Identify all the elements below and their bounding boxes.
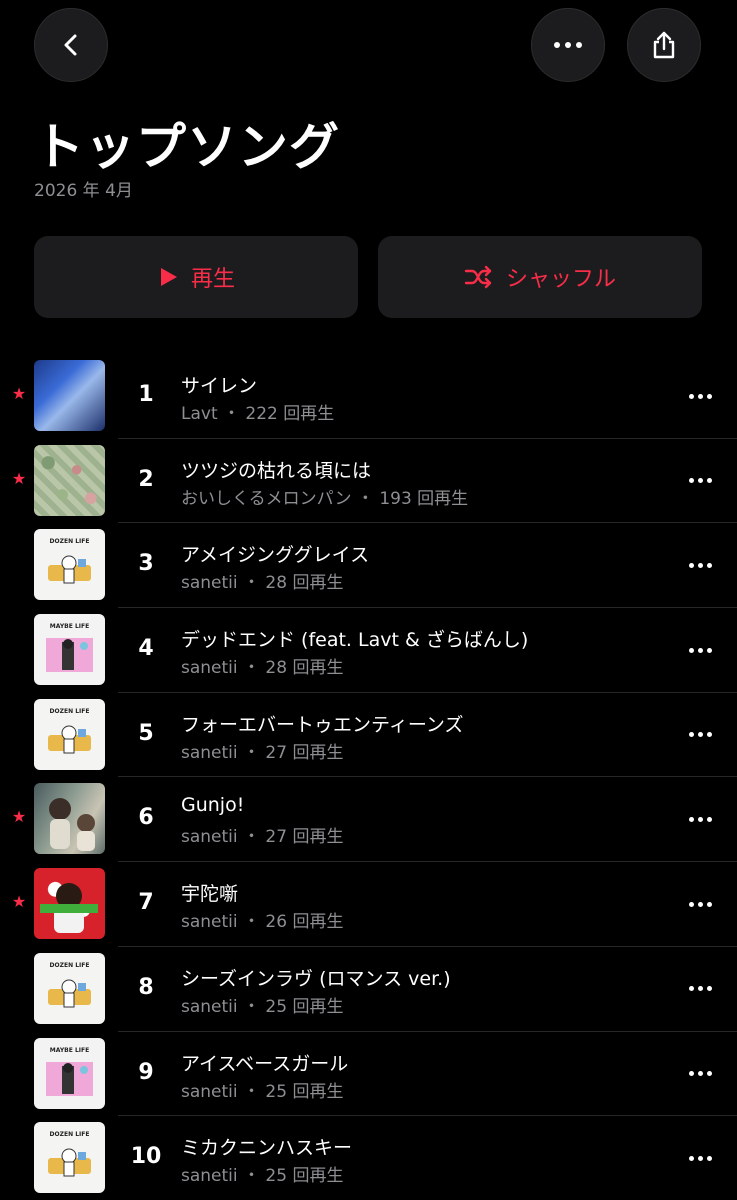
song-title: シーズインラヴ (ロマンス ver.) — [181, 967, 451, 990]
song-rank: 8 — [138, 974, 154, 1000]
song-rank: 10 — [130, 1144, 162, 1170]
song-rank: 9 — [138, 1059, 154, 1085]
song-more-button[interactable] — [680, 1062, 720, 1086]
song-meta: sanetii ・ 28 回再生 — [181, 573, 344, 594]
song-title: デッドエンド (feat. Lavt & ざらばんし) — [181, 629, 529, 652]
song-row[interactable]: MAYBE LIFE 9 アイスベースガール sanetii ・ 25 回再生 — [0, 1032, 737, 1117]
album-artwork — [34, 868, 105, 940]
favorite-star-icon: ★ — [11, 468, 27, 488]
album-artwork — [34, 783, 105, 855]
song-more-button[interactable] — [680, 553, 720, 577]
song-title: サイレン — [181, 375, 258, 397]
album-artwork — [34, 360, 105, 431]
favorite-star-icon: ★ — [11, 384, 27, 403]
more-options-button[interactable] — [531, 8, 605, 82]
album-artwork-caption: DOZEN LIFE — [49, 538, 90, 546]
song-title: フォーエバートゥエンティーンズ — [181, 713, 464, 736]
song-row[interactable]: MAYBE LIFE 4 デッドエンド (feat. Lavt & ざらばんし)… — [0, 608, 737, 693]
song-title: ミカクニンハスキー — [181, 1137, 353, 1160]
song-list: ★ 1 サイレン Lavt ・ 222 回再生 ★ 2 ツツジの枯れる頃には お… — [0, 354, 737, 1200]
album-artwork: MAYBE LIFE — [34, 1037, 105, 1109]
song-meta: sanetii ・ 27 回再生 — [181, 827, 344, 848]
song-meta: おいしくるメロンパン ・ 193 回再生 — [181, 488, 469, 509]
song-title: Gunjo! — [181, 794, 245, 817]
album-artwork: DOZEN LIFE — [34, 1122, 105, 1194]
song-rank: 2 — [138, 466, 154, 492]
song-rank: 3 — [138, 551, 154, 577]
song-row[interactable]: ★ 7 宇陀噺 sanetii ・ 26 回再生 — [0, 862, 737, 947]
chevron-left-icon — [64, 34, 77, 56]
album-artwork: DOZEN LIFE — [34, 529, 105, 601]
play-label: 再生 — [190, 267, 235, 292]
song-row[interactable]: ★ 2 ツツジの枯れる頃には おいしくるメロンパン ・ 193 回再生 — [0, 439, 737, 524]
song-more-button[interactable] — [680, 892, 720, 916]
song-meta: sanetii ・ 25 回再生 — [181, 1166, 344, 1187]
favorite-star-icon: ★ — [11, 807, 27, 827]
song-title: 宇陀噺 — [181, 883, 239, 906]
song-meta: sanetii ・ 27 回再生 — [181, 742, 344, 763]
play-icon — [160, 268, 177, 286]
play-button[interactable]: 再生 — [34, 236, 358, 318]
song-title: ツツジの枯れる頃には — [181, 459, 372, 482]
album-artwork-caption: MAYBE LIFE — [49, 623, 90, 631]
album-artwork: DOZEN LIFE — [34, 952, 105, 1024]
song-meta: sanetii ・ 28 回再生 — [181, 658, 344, 679]
song-more-button[interactable] — [680, 384, 720, 408]
song-more-button[interactable] — [680, 723, 720, 747]
song-rank: 7 — [138, 890, 154, 916]
shuffle-icon — [464, 265, 492, 289]
page-title: トップソング — [34, 118, 340, 176]
page-subtitle: 2026 年 4月 — [34, 181, 133, 201]
song-row[interactable]: ★ 6 Gunjo! sanetii ・ 27 回再生 — [0, 777, 737, 863]
song-row[interactable]: ★ 1 サイレン Lavt ・ 222 回再生 — [0, 354, 737, 439]
song-meta: Lavt ・ 222 回再生 — [181, 404, 335, 424]
song-rank: 4 — [138, 636, 154, 662]
back-button[interactable] — [34, 8, 108, 82]
share-icon — [653, 31, 675, 59]
album-artwork-caption: DOZEN LIFE — [49, 707, 90, 715]
song-rank: 1 — [138, 382, 154, 407]
album-artwork: DOZEN LIFE — [34, 698, 105, 770]
song-more-button[interactable] — [680, 977, 720, 1001]
song-title: アメイジンググレイス — [181, 544, 370, 567]
top-songs-page: トップソング 2026 年 4月 再生 シャッフル ★ 1 サイレン Lavt … — [0, 0, 737, 1200]
song-meta: sanetii ・ 25 回再生 — [181, 996, 344, 1017]
album-artwork-caption: MAYBE LIFE — [49, 1046, 90, 1054]
song-more-button[interactable] — [680, 638, 720, 662]
song-row[interactable]: DOZEN LIFE 8 シーズインラヴ (ロマンス ver.) sanetii… — [0, 947, 737, 1032]
song-more-button[interactable] — [680, 469, 720, 493]
song-more-button[interactable] — [680, 807, 720, 831]
song-row[interactable]: DOZEN LIFE 10 ミカクニンハスキー sanetii ・ 25 回再生 — [0, 1116, 737, 1200]
song-meta: sanetii ・ 25 回再生 — [181, 1081, 344, 1102]
album-artwork: MAYBE LIFE — [34, 614, 105, 686]
album-artwork — [34, 444, 105, 516]
shuffle-label: シャッフル — [505, 267, 616, 292]
ellipsis-icon — [554, 42, 582, 48]
song-rank: 6 — [138, 805, 154, 831]
share-button[interactable] — [627, 8, 701, 82]
song-rank: 5 — [138, 720, 154, 746]
favorite-star-icon: ★ — [11, 892, 27, 912]
song-meta: sanetii ・ 26 回再生 — [181, 912, 344, 933]
album-artwork-caption: DOZEN LIFE — [49, 1131, 90, 1139]
song-more-button[interactable] — [680, 1146, 720, 1170]
album-artwork-caption: DOZEN LIFE — [49, 961, 90, 969]
song-row[interactable]: DOZEN LIFE 3 アメイジンググレイス sanetii ・ 28 回再生 — [0, 523, 737, 609]
song-row[interactable]: DOZEN LIFE 5 フォーエバートゥエンティーンズ sanetii ・ 2… — [0, 693, 737, 778]
shuffle-button[interactable]: シャッフル — [378, 236, 702, 318]
song-title: アイスベースガール — [181, 1052, 349, 1075]
